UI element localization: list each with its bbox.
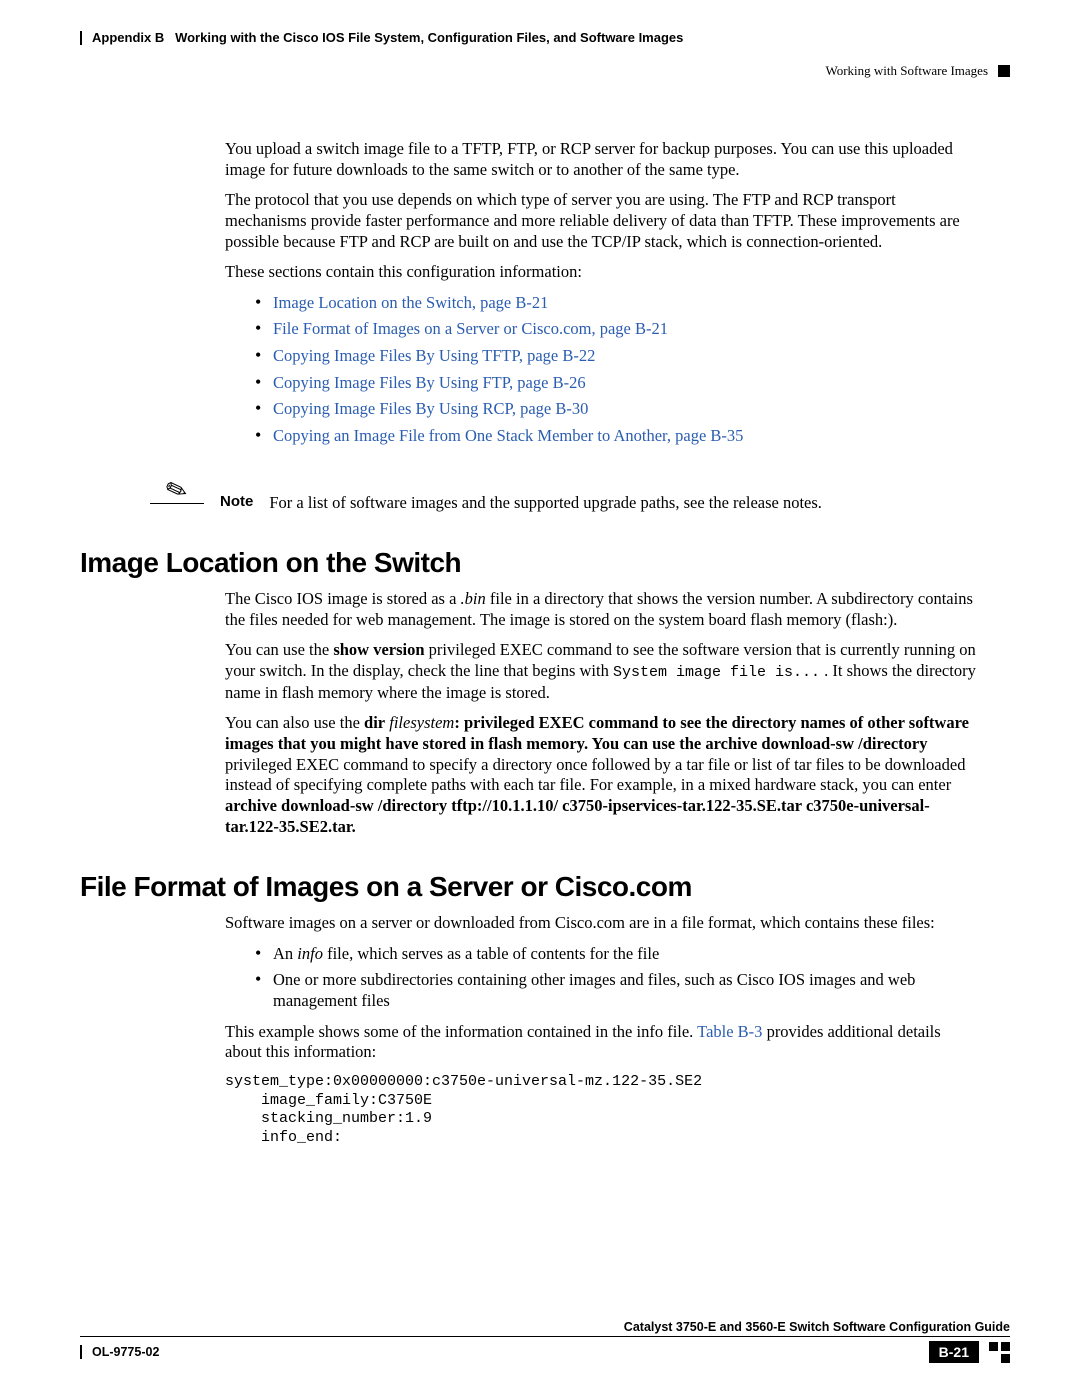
s2-p2: This example shows some of the informati… xyxy=(225,1022,980,1063)
intro-p2: The protocol that you use depends on whi… xyxy=(225,190,980,252)
link-image-location[interactable]: Image Location on the Switch, page B-21 xyxy=(273,293,548,312)
s2-p1: Software images on a server or downloade… xyxy=(225,913,980,934)
header-section: Working with Software Images xyxy=(826,63,989,79)
page-number: B-21 xyxy=(929,1341,979,1363)
link-table-b3[interactable]: Table B-3 xyxy=(697,1022,762,1041)
header-title: Working with the Cisco IOS File System, … xyxy=(175,30,683,45)
note-callout: ✎ Note For a list of software images and… xyxy=(150,475,980,514)
note-label: Note xyxy=(220,475,253,512)
header-appendix: Appendix B xyxy=(92,30,164,45)
toc-link-list: Image Location on the Switch, page B-21 … xyxy=(255,293,980,447)
footer-docnum: OL-9775-02 xyxy=(92,1345,159,1359)
footer-square-icon xyxy=(989,1342,1010,1363)
page-footer: Catalyst 3750-E and 3560-E Switch Softwa… xyxy=(80,1320,1010,1363)
pencil-icon: ✎ xyxy=(146,466,208,515)
footer-rule-mark xyxy=(80,1345,82,1359)
page: Appendix B Working with the Cisco IOS Fi… xyxy=(0,0,1080,1397)
link-copy-rcp[interactable]: Copying Image Files By Using RCP, page B… xyxy=(273,399,588,418)
footer-guide: Catalyst 3750-E and 3560-E Switch Softwa… xyxy=(80,1320,1010,1334)
list-item: An info file, which serves as a table of… xyxy=(255,944,980,965)
intro-p1: You upload a switch image file to a TFTP… xyxy=(225,139,980,180)
header-square-icon xyxy=(998,65,1010,77)
main-content: You upload a switch image file to a TFTP… xyxy=(225,139,980,513)
s1-p2: You can use the show version privileged … xyxy=(225,640,980,703)
intro-p3: These sections contain this configuratio… xyxy=(225,262,980,283)
heading-file-format: File Format of Images on a Server or Cis… xyxy=(80,871,1010,903)
link-copy-tftp[interactable]: Copying Image Files By Using TFTP, page … xyxy=(273,346,595,365)
heading-image-location: Image Location on the Switch xyxy=(80,547,1010,579)
link-copy-stack[interactable]: Copying an Image File from One Stack Mem… xyxy=(273,426,743,445)
s1-p1: The Cisco IOS image is stored as a .bin … xyxy=(225,589,980,630)
s1-p3: You can also use the dir filesystem: pri… xyxy=(225,713,980,837)
note-text: For a list of software images and the su… xyxy=(269,475,822,514)
file-format-list: An info file, which serves as a table of… xyxy=(255,944,980,1012)
header-rule-mark xyxy=(80,31,82,45)
link-copy-ftp[interactable]: Copying Image Files By Using FTP, page B… xyxy=(273,373,586,392)
list-item: One or more subdirectories containing ot… xyxy=(255,970,980,1011)
page-header: Appendix B Working with the Cisco IOS Fi… xyxy=(80,30,1010,79)
link-file-format[interactable]: File Format of Images on a Server or Cis… xyxy=(273,319,668,338)
code-block: system_type:0x00000000:c3750e-universal-… xyxy=(225,1073,980,1148)
